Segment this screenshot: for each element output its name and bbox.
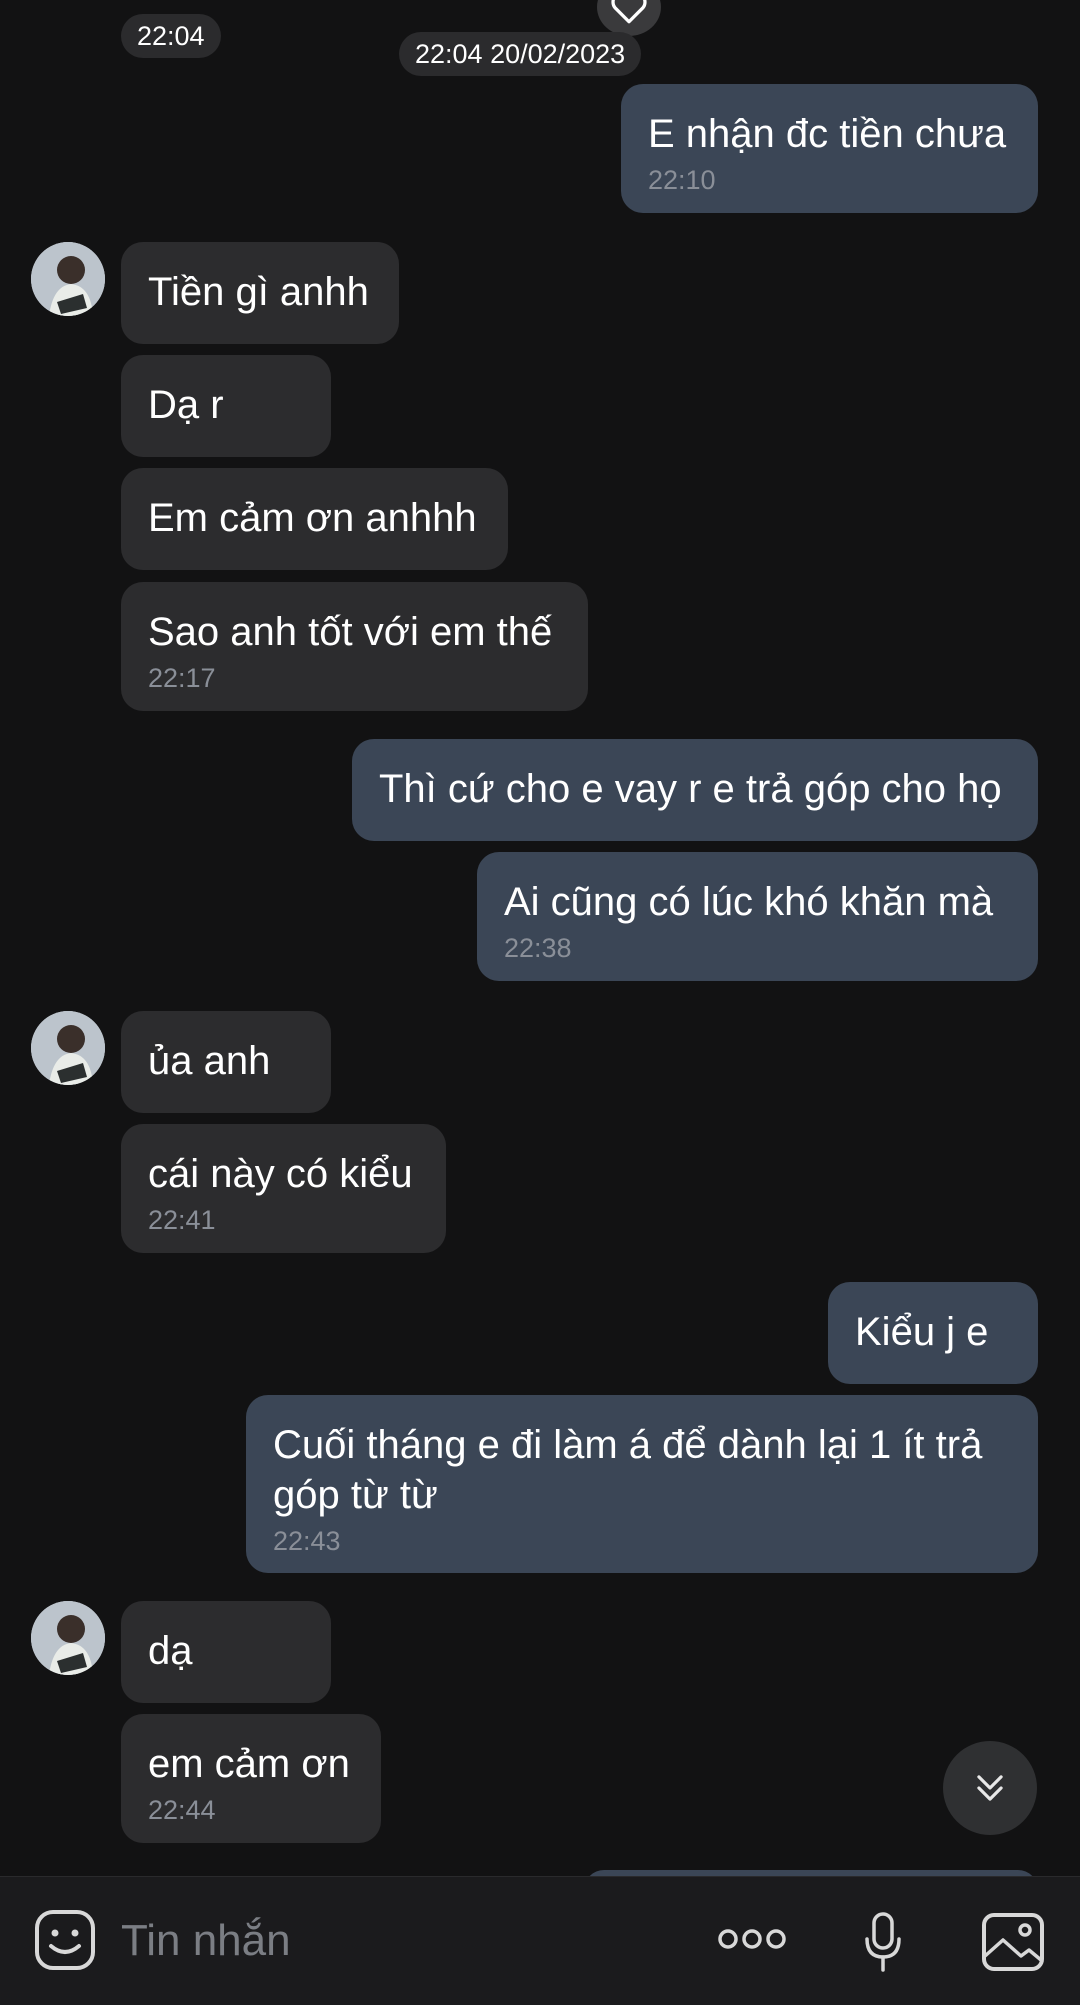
message-bubble-incoming[interactable]: em cảm ơn 22:44 bbox=[121, 1714, 381, 1843]
message-bubble-incoming[interactable]: ủa anh bbox=[121, 1011, 331, 1113]
scroll-to-bottom-button[interactable] bbox=[943, 1741, 1037, 1835]
avatar[interactable] bbox=[31, 1011, 105, 1085]
message-text: dạ bbox=[148, 1629, 193, 1673]
message-text: Kiểu j e bbox=[855, 1310, 989, 1354]
message-text: Thì cứ cho e vay r e trả góp cho họ bbox=[379, 767, 1002, 811]
message-bubble-incoming[interactable]: cái này có kiểu 22:41 bbox=[121, 1124, 446, 1253]
time-chip: 22:04 bbox=[121, 14, 221, 58]
reaction-button[interactable] bbox=[597, 0, 661, 36]
date-separator: 22:04 20/02/2023 bbox=[399, 32, 642, 76]
message-time: 22:10 bbox=[648, 165, 716, 195]
emoji-icon[interactable] bbox=[32, 1907, 98, 1973]
message-composer: Tin nhắn bbox=[0, 1876, 1080, 2005]
message-input[interactable]: Tin nhắn bbox=[121, 1915, 291, 1967]
message-text: E nhận đc tiền chưa bbox=[648, 112, 1007, 156]
more-icon[interactable] bbox=[716, 1917, 788, 1961]
message-bubble-outgoing[interactable]: Ai cũng có lúc khó khăn mà 22:38 bbox=[477, 852, 1038, 981]
message-bubble-outgoing[interactable]: Cuối tháng e đi làm á để dành lại 1 ít t… bbox=[246, 1395, 1038, 1573]
message-bubble-incoming[interactable]: Sao anh tốt với em thế 22:17 bbox=[121, 582, 588, 711]
message-bubble-outgoing[interactable]: Kiểu j e bbox=[828, 1282, 1038, 1384]
message-text: em cảm ơn bbox=[148, 1742, 350, 1786]
message-time: 22:44 bbox=[148, 1795, 216, 1825]
message-text: Cuối tháng e đi làm á để dành lại 1 ít t… bbox=[273, 1423, 983, 1517]
avatar[interactable] bbox=[31, 242, 105, 316]
heart-icon bbox=[611, 0, 647, 24]
microphone-icon[interactable] bbox=[860, 1909, 906, 1975]
message-bubble-incoming[interactable]: dạ bbox=[121, 1601, 331, 1703]
avatar-image bbox=[31, 1601, 105, 1675]
avatar-image bbox=[31, 1011, 105, 1085]
message-text: cái này có kiểu bbox=[148, 1152, 413, 1196]
avatar[interactable] bbox=[31, 1601, 105, 1675]
message-text: Dạ r bbox=[148, 383, 224, 427]
message-text: Em cảm ơn anhhh bbox=[148, 496, 477, 540]
image-icon[interactable] bbox=[980, 1911, 1046, 1973]
message-text: Ai cũng có lúc khó khăn mà bbox=[504, 880, 994, 924]
message-bubble-incoming[interactable]: Tiền gì anhh bbox=[121, 242, 399, 344]
message-time: 22:17 bbox=[148, 663, 216, 693]
double-chevron-down-icon bbox=[977, 1775, 1003, 1801]
message-bubble-outgoing[interactable]: Thì cứ cho e vay r e trả góp cho họ bbox=[352, 739, 1038, 841]
message-bubble-incoming[interactable]: Em cảm ơn anhhh bbox=[121, 468, 508, 570]
message-bubble-incoming[interactable]: Dạ r bbox=[121, 355, 331, 457]
message-bubble-outgoing[interactable]: E nhận đc tiền chưa 22:10 bbox=[621, 84, 1038, 213]
chat-area[interactable]: 22:04 22:04 20/02/2023 E nhận đc tiền ch… bbox=[0, 0, 1080, 1876]
avatar-image bbox=[31, 242, 105, 316]
message-time: 22:38 bbox=[504, 933, 572, 963]
message-text: ủa anh bbox=[148, 1039, 271, 1083]
message-time: 22:43 bbox=[273, 1526, 341, 1556]
message-text: Sao anh tốt với em thế bbox=[148, 610, 553, 654]
message-text: Tiền gì anhh bbox=[148, 270, 369, 314]
message-time: 22:41 bbox=[148, 1205, 216, 1235]
